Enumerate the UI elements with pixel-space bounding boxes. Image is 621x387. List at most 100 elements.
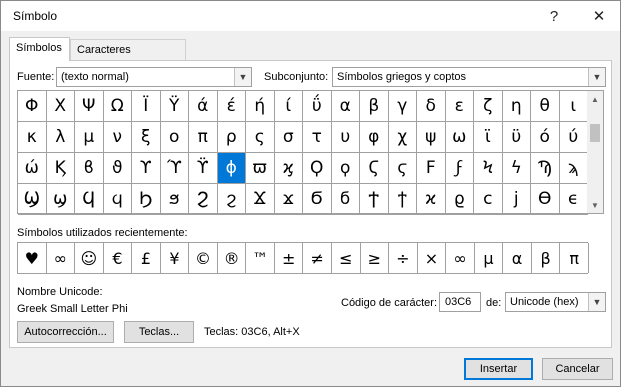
symbol-cell[interactable]: φ (360, 122, 389, 153)
question-mark-icon[interactable]: ? (534, 1, 574, 31)
symbol-cell[interactable]: Ψ (75, 91, 104, 122)
symbol-cell[interactable]: ϴ (531, 184, 560, 215)
scroll-thumb[interactable] (590, 124, 600, 142)
symbol-cell[interactable]: ψ (417, 122, 446, 153)
symbol-cell[interactable]: Ϥ (75, 184, 104, 215)
symbol-cell[interactable]: χ (388, 122, 417, 153)
symbol-cell[interactable]: Ϯ (360, 184, 389, 215)
symbol-cell[interactable]: ϥ (103, 184, 132, 215)
symbol-cell[interactable]: ζ (474, 91, 503, 122)
recent-symbol-cell[interactable]: € (104, 243, 133, 273)
recent-symbol-cell[interactable]: £ (132, 243, 161, 273)
symbol-cell[interactable]: α (331, 91, 360, 122)
autocorrect-button[interactable]: Autocorrección... (17, 321, 114, 343)
symbol-cell[interactable]: ή (246, 91, 275, 122)
symbol-cell[interactable]: Ϩ (189, 184, 218, 215)
symbol-cell[interactable]: θ (531, 91, 560, 122)
symbol-cell[interactable]: ϧ (160, 184, 189, 215)
symbol-cell[interactable]: ί (274, 91, 303, 122)
symbol-cell[interactable]: ϯ (388, 184, 417, 215)
symbol-cell[interactable]: Φ (18, 91, 47, 122)
recent-symbol-cell[interactable]: ☺ (75, 243, 104, 273)
recent-symbol-cell[interactable]: ≠ (303, 243, 333, 273)
recent-symbol-cell[interactable]: ™ (246, 243, 275, 273)
symbol-cell[interactable]: Ϧ (132, 184, 161, 215)
symbol-cell[interactable]: ϡ (559, 153, 588, 184)
recent-symbol-cell[interactable]: ≤ (332, 243, 361, 273)
symbol-cell[interactable]: ϓ (160, 153, 189, 184)
symbol-cell[interactable]: υ (331, 122, 360, 153)
symbol-cell[interactable]: ι (559, 91, 588, 122)
symbol-cell[interactable]: Ϫ (246, 184, 275, 215)
symbol-cell[interactable]: Ω (103, 91, 132, 122)
close-icon[interactable]: ✕ (579, 1, 619, 31)
recent-symbol-cell[interactable]: ♥ (18, 243, 47, 273)
symbol-cell[interactable]: ϕ (217, 153, 246, 184)
symbol-cell[interactable]: Ϝ (417, 153, 446, 184)
symbol-cell[interactable]: ϑ (103, 153, 132, 184)
symbol-cell[interactable]: ϲ (474, 184, 503, 215)
symbol-cell[interactable]: ϵ (559, 184, 588, 215)
symbol-cell[interactable]: έ (217, 91, 246, 122)
symbol-cell[interactable]: ϔ (189, 153, 218, 184)
symbol-cell[interactable]: σ (274, 122, 303, 153)
symbol-cell[interactable]: ϐ (75, 153, 104, 184)
symbol-cell[interactable]: Ϣ (18, 184, 47, 215)
symbol-cell[interactable]: γ (388, 91, 417, 122)
symbol-cell[interactable]: ϊ (474, 122, 503, 153)
symbol-cell[interactable]: Ϛ (360, 153, 389, 184)
symbol-cell[interactable]: ό (531, 122, 560, 153)
symbol-cell[interactable]: β (360, 91, 389, 122)
subset-select[interactable]: Símbolos griegos y coptos ▼ (332, 67, 606, 87)
symbol-cell[interactable]: λ (46, 122, 75, 153)
symbol-cell[interactable]: ϟ (502, 153, 531, 184)
font-select[interactable]: (texto normal) ▼ (56, 67, 252, 87)
recent-symbol-cell[interactable]: × (418, 243, 447, 273)
symbol-cell[interactable]: ς (246, 122, 275, 153)
symbol-cell[interactable]: ϗ (274, 153, 303, 184)
recent-symbol-cell[interactable]: © (189, 243, 218, 273)
char-code-input[interactable]: 03C6 (439, 292, 481, 312)
symbol-cell[interactable]: ϙ (331, 153, 360, 184)
chevron-down-icon[interactable]: ▼ (588, 68, 605, 86)
symbol-cell[interactable]: δ (417, 91, 446, 122)
symbol-cell[interactable]: ά (189, 91, 218, 122)
symbol-cell[interactable]: ϣ (46, 184, 75, 215)
scroll-down-icon[interactable]: ▼ (587, 197, 603, 213)
shortcut-keys-button[interactable]: Teclas... (124, 321, 194, 343)
symbol-cell[interactable]: Χ (46, 91, 75, 122)
recent-symbol-cell[interactable]: α (503, 243, 532, 273)
symbol-cell[interactable]: ϛ (388, 153, 417, 184)
symbol-cell[interactable]: Ϭ (303, 184, 332, 215)
chevron-down-icon[interactable]: ▼ (234, 68, 251, 86)
symbol-cell[interactable]: ύ (559, 122, 588, 153)
symbol-cell[interactable]: Ϟ (474, 153, 503, 184)
recent-symbol-cell[interactable]: ® (218, 243, 247, 273)
symbol-cell[interactable]: ώ (18, 153, 47, 184)
symbol-cell[interactable]: κ (18, 122, 47, 153)
symbol-cell[interactable]: ϋ (502, 122, 531, 153)
symbol-cell[interactable]: ϒ (132, 153, 161, 184)
symbol-cell[interactable]: ν (103, 122, 132, 153)
symbol-grid-scrollbar[interactable]: ▲ ▼ (587, 90, 604, 214)
symbol-cell[interactable]: ε (445, 91, 474, 122)
recent-symbol-cell[interactable]: π (560, 243, 589, 273)
symbol-cell[interactable]: ϱ (445, 184, 474, 215)
symbol-cell[interactable]: ρ (217, 122, 246, 153)
symbol-cell[interactable]: ϖ (246, 153, 275, 184)
symbol-cell[interactable]: ΰ (303, 91, 332, 122)
symbol-cell[interactable]: τ (303, 122, 332, 153)
symbol-cell[interactable]: Ϙ (303, 153, 332, 184)
insert-button[interactable]: Insertar (464, 358, 533, 380)
symbol-cell[interactable]: ϭ (331, 184, 360, 215)
recent-symbol-cell[interactable]: ÷ (389, 243, 418, 273)
symbol-cell[interactable]: μ (75, 122, 104, 153)
symbol-cell[interactable]: ϰ (417, 184, 446, 215)
symbol-cell[interactable]: η (502, 91, 531, 122)
symbol-cell[interactable]: ξ (132, 122, 161, 153)
recent-symbol-cell[interactable]: ∞ (47, 243, 76, 273)
symbol-cell[interactable]: ο (160, 122, 189, 153)
symbol-cell[interactable]: ϩ (217, 184, 246, 215)
recent-symbol-cell[interactable]: ± (275, 243, 304, 273)
scroll-up-icon[interactable]: ▲ (587, 91, 603, 107)
